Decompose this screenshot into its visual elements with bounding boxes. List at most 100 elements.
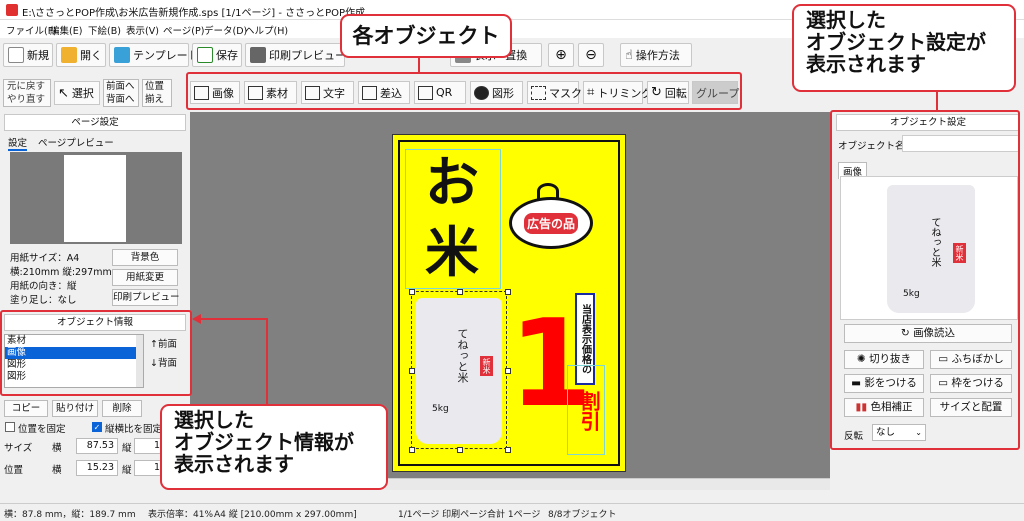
zoom-out-button[interactable]: ⊖ (578, 43, 604, 67)
left-print-preview-button[interactable]: 印刷プレビュー (112, 289, 180, 306)
menu-page[interactable]: ページ(P) (163, 23, 204, 37)
status-paper: A4 縦 [210.00mm x 297.00mm] (214, 510, 357, 520)
callout-line (266, 318, 268, 408)
printer-icon (250, 47, 266, 63)
resize-handle[interactable] (409, 289, 415, 295)
pos-vert-label: 縦 (122, 465, 132, 476)
new-label: 新規 (27, 49, 49, 62)
page-thumbnail (64, 155, 126, 242)
resize-handle[interactable] (457, 289, 463, 295)
orientation-label: 用紙の向き：縦 (10, 281, 77, 292)
order-group: 前面へ 背面へ (103, 79, 139, 107)
paste-button[interactable]: 貼り付け (52, 400, 98, 417)
callout-object-settings: 選択した オブジェクト設定が 表示されます (792, 4, 1016, 92)
pos-horiz-label: 横 (52, 465, 62, 476)
zoom-in-icon: ⊕ (555, 47, 567, 63)
tab-settings[interactable]: 設定 (8, 135, 28, 151)
bleed-label: 塗り足し：なし (10, 295, 77, 306)
redo-button[interactable]: やり直す (7, 93, 50, 106)
new-file-icon (8, 47, 24, 63)
send-back-button[interactable]: 背面へ (106, 93, 138, 106)
position-label: 位置 (145, 81, 165, 92)
object-info-highlight (0, 310, 192, 396)
menu-data[interactable]: データ(D) (204, 23, 247, 37)
discount-text: 割引 (577, 391, 601, 431)
pos-label: 位置 (4, 465, 24, 476)
fix-position-checkbox[interactable] (5, 422, 15, 432)
bag-weight: 5kg (432, 404, 449, 414)
callout-line (936, 92, 938, 110)
align-button[interactable]: 位置 揃え (142, 79, 172, 107)
status-zoom: 表示倍率：41% (148, 510, 214, 520)
keep-ratio-label: 縦横比を固定 (105, 424, 163, 435)
object-tools-highlight (186, 72, 742, 110)
status-bar: 横：87.8 mm，縦：189.7 mm 表示倍率：41% A4 縦 [210.… (0, 503, 1024, 521)
select-button[interactable]: ↖ 選択 (54, 81, 100, 105)
callout-object-info: 選択した オブジェクト情報が 表示されます (160, 404, 388, 490)
save-icon (197, 47, 213, 63)
resize-handle[interactable] (505, 447, 511, 453)
app-icon (6, 4, 18, 16)
delete-button[interactable]: 削除 (102, 400, 142, 417)
poster-title-o: お (425, 151, 479, 214)
pos-x-input[interactable]: 15.23 (76, 460, 118, 476)
menu-view[interactable]: 表示(V) (126, 23, 159, 37)
poster-title-kome: 米 (425, 221, 479, 284)
selected-image-object[interactable]: てねっと米 新米 5kg (409, 289, 511, 453)
callout-objects: 各オブジェクト (340, 14, 512, 58)
print-preview-button[interactable]: 印刷プレビュー (245, 43, 346, 67)
print-preview-label: 印刷プレビュー (269, 49, 346, 62)
howto-label: 操作方法 (635, 49, 680, 62)
select-label: 選択 (71, 87, 94, 100)
open-button[interactable]: 開く (56, 43, 106, 67)
resize-handle[interactable] (457, 447, 463, 453)
fix-position-label: 位置を固定 (18, 424, 66, 435)
open-label: 開く (80, 49, 102, 62)
ad-badge-text: 広告の品 (523, 212, 578, 234)
status-size: 横：87.8 mm，縦：189.7 mm (4, 510, 136, 520)
change-paper-button[interactable]: 用紙変更 (112, 269, 178, 286)
bring-front-button[interactable]: 前面へ (106, 80, 138, 93)
keep-ratio-checkbox[interactable]: ✓ (92, 422, 102, 432)
paper-size-label: 用紙サイズ：A4 (10, 253, 80, 264)
new-button[interactable]: 新規 (3, 43, 53, 67)
align-label: 揃え (145, 94, 165, 105)
callout-line (418, 58, 420, 74)
status-pages: 1/1ページ 印刷ページ合計 1ページ (398, 510, 541, 520)
template-label: テンプレート (133, 49, 199, 62)
size-width-input[interactable]: 87.53 (76, 438, 118, 454)
menu-edit[interactable]: 編集(E) (50, 23, 82, 37)
size-horiz-label: 横 (52, 443, 62, 454)
size-label: サイズ (4, 443, 33, 454)
copy-button[interactable]: コピー (4, 400, 48, 417)
howto-button[interactable]: ☝ 操作方法 (620, 43, 692, 67)
tab-page-preview[interactable]: ページプレビュー (38, 135, 114, 149)
resize-handle[interactable] (409, 368, 415, 374)
template-icon (114, 47, 130, 63)
poster[interactable]: お 米 広告の品 てねっと米 新米 5kg 1 当店表示価格の 割引 (392, 134, 626, 472)
undo-redo-group: 元に戻す やり直す (3, 79, 51, 107)
folder-icon (61, 47, 77, 63)
menu-help[interactable]: ヘルプ(H) (245, 23, 288, 37)
template-button[interactable]: テンプレート (109, 43, 199, 67)
status-objects: 8/8オブジェクト (548, 510, 617, 520)
zoom-out-icon: ⊖ (585, 47, 597, 63)
callout-line (200, 318, 268, 320)
arrow-pointer-icon: ↖ (58, 85, 69, 101)
bag-brand-text: てねっと米 (456, 328, 469, 383)
bg-color-button[interactable]: 背景色 (112, 249, 178, 266)
object-settings-highlight (830, 110, 1020, 450)
size-vert-label: 縦 (122, 443, 132, 454)
arrow-left-icon (192, 314, 201, 324)
bag-label: 新米 (480, 356, 493, 376)
ad-badge[interactable]: 広告の品 (509, 197, 593, 249)
save-button[interactable]: 保存 (192, 43, 242, 67)
resize-handle[interactable] (409, 447, 415, 453)
hand-pointer-icon: ☝ (625, 47, 633, 63)
undo-button[interactable]: 元に戻す (7, 80, 50, 93)
page-thumbnail-area (10, 152, 182, 244)
page-settings-title: ページ設定 (4, 114, 186, 131)
window-title: E:\ささっとPOP作成\お米広告新規作成.sps [1/1ページ] - ささっ… (22, 8, 366, 19)
menu-underlay[interactable]: 下絵(B) (88, 23, 121, 37)
zoom-in-button[interactable]: ⊕ (548, 43, 574, 67)
